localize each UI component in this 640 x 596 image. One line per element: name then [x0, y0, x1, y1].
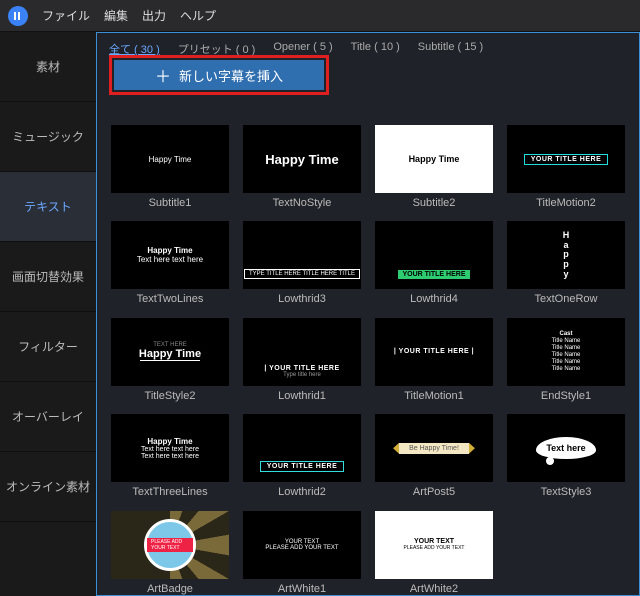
template-card[interactable]: YOUR TEXTPLEASE ADD YOUR TEXT ArtWhite1 [241, 511, 363, 596]
template-card[interactable]: Happy Time Subtitle2 [373, 125, 495, 211]
template-label: Lowthrid4 [410, 293, 458, 305]
template-label: Lowthrid1 [278, 390, 326, 402]
template-card[interactable]: CastTitle NameTitle NameTitle NameTitle … [505, 318, 627, 404]
template-card[interactable]: | YOUR TITLE HERE | TitleMotion1 [373, 318, 495, 404]
template-label: TitleMotion1 [404, 390, 464, 402]
template-card[interactable]: TYPE TITLE HERE TITLE HERE TITLE Lowthri… [241, 221, 363, 307]
template-card[interactable]: YOUR TITLE HERE TitleMotion2 [505, 125, 627, 211]
tab-title[interactable]: Title ( 10 ) [351, 41, 400, 57]
template-label: TextOneRow [535, 293, 598, 305]
template-label: Lowthrid2 [278, 486, 326, 498]
menu-output[interactable]: 出力 [142, 7, 166, 24]
template-card[interactable]: Be Happy Time! ArtPost5 [373, 414, 495, 500]
template-card[interactable]: Happy TextOneRow [505, 221, 627, 307]
app-icon [8, 6, 28, 26]
template-card[interactable]: Text here TextStyle3 [505, 414, 627, 500]
menubar: ファイル 編集 出力 ヘルプ [0, 0, 640, 32]
menu-help[interactable]: ヘルプ [180, 7, 216, 24]
sidebar-item-transition[interactable]: 画面切替効果 [0, 242, 96, 312]
menu-edit[interactable]: 編集 [104, 7, 128, 24]
template-card[interactable]: PLEASE ADD YOUR TEXT ArtBadge [109, 511, 231, 596]
sidebar-item-text[interactable]: テキスト [0, 172, 96, 242]
plus-icon: ＋ [155, 63, 171, 87]
template-label: ArtWhite1 [278, 583, 326, 595]
tab-subtitle[interactable]: Subtitle ( 15 ) [418, 41, 483, 57]
template-label: ArtPost5 [413, 486, 455, 498]
template-label: TextStyle3 [541, 486, 592, 498]
insert-button-highlight: ＋ 新しい字幕を挿入 [109, 55, 329, 95]
insert-button-label: 新しい字幕を挿入 [179, 66, 283, 85]
template-label: TitleStyle2 [145, 390, 196, 402]
template-card[interactable]: | YOUR TITLE HEREType title here Lowthri… [241, 318, 363, 404]
template-card[interactable]: YOUR TITLE HERE Lowthrid4 [373, 221, 495, 307]
sidebar-item-online[interactable]: オンライン素材 [0, 452, 96, 522]
sidebar-item-overlay[interactable]: オーバーレイ [0, 382, 96, 452]
template-label: ArtWhite2 [410, 583, 458, 595]
template-label: TextNoStyle [273, 197, 332, 209]
template-card[interactable]: YOUR TEXTPLEASE ADD YOUR TEXT ArtWhite2 [373, 511, 495, 596]
sidebar-item-media[interactable]: 素材 [0, 32, 96, 102]
template-card[interactable]: YOUR TITLE HERE Lowthrid2 [241, 414, 363, 500]
template-card[interactable]: Happy Time Subtitle1 [109, 125, 231, 211]
template-card[interactable]: Happy TimeText here text hereText here t… [109, 414, 231, 500]
sidebar-item-music[interactable]: ミュージック [0, 102, 96, 172]
template-label: Subtitle2 [413, 197, 456, 209]
template-label: TextTwoLines [137, 293, 204, 305]
sidebar: 素材 ミュージック テキスト 画面切替効果 フィルター オーバーレイ オンライン… [0, 32, 96, 596]
sidebar-item-filter[interactable]: フィルター [0, 312, 96, 382]
main-panel: 全て ( 30 ) プリセット ( 0 ) Opener ( 5 ) Title… [96, 32, 640, 596]
template-card[interactable]: Happy TimeText here text here TextTwoLin… [109, 221, 231, 307]
template-label: Lowthrid3 [278, 293, 326, 305]
template-label: ArtBadge [147, 583, 193, 595]
template-grid: Happy Time Subtitle1 Happy Time TextNoSt… [97, 61, 639, 596]
template-label: TitleMotion2 [536, 197, 596, 209]
template-card[interactable]: TEXT HEREHappy Time TitleStyle2 [109, 318, 231, 404]
insert-subtitle-button[interactable]: ＋ 新しい字幕を挿入 [114, 60, 324, 90]
menu-file[interactable]: ファイル [42, 7, 90, 24]
template-label: TextThreeLines [132, 486, 207, 498]
template-card[interactable]: Happy Time TextNoStyle [241, 125, 363, 211]
template-label: EndStyle1 [541, 390, 591, 402]
template-label: Subtitle1 [149, 197, 192, 209]
